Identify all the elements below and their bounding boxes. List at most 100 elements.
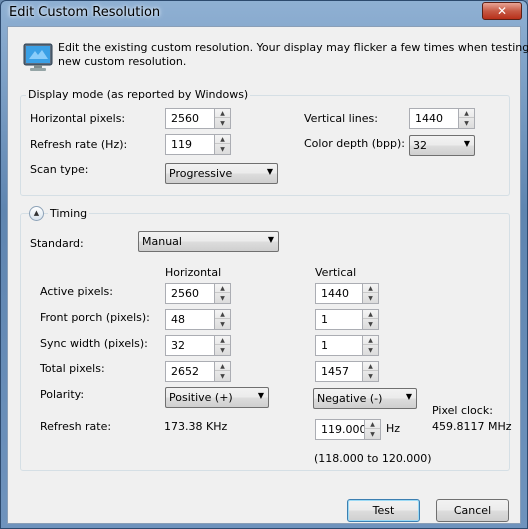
refresh-rate-field[interactable]: 119 ▲ ▼ (165, 134, 231, 155)
polarity-label: Polarity: (40, 388, 85, 401)
collapse-timing-icon[interactable]: ▲ (29, 206, 44, 221)
timing-label: Timing (48, 207, 90, 220)
chevron-down-icon: ▼ (266, 167, 273, 176)
spin-down-icon[interactable]: ▼ (215, 119, 230, 128)
spin-up-icon[interactable]: ▲ (215, 336, 230, 345)
spin-up-icon[interactable]: ▲ (215, 362, 230, 371)
total-pixels-h-value: 2652 (171, 365, 199, 378)
title-bar[interactable]: Edit Custom Resolution ✕ (1, 1, 527, 25)
refresh-rate-spinner[interactable]: ▲ ▼ (214, 134, 231, 155)
refresh-rate-label: Refresh rate (Hz): (30, 138, 128, 151)
dialog-window: Edit Custom Resolution ✕ Edit the existi… (0, 0, 528, 529)
pixel-clock-label: Pixel clock: (432, 404, 493, 417)
pixel-clock-value: 459.8117 MHz (432, 420, 512, 433)
monitor-icon (23, 43, 53, 71)
horizontal-pixels-field[interactable]: 2560 ▲ ▼ (165, 108, 231, 129)
spin-up-icon[interactable]: ▲ (363, 362, 378, 371)
spin-down-icon[interactable]: ▼ (215, 372, 230, 381)
chevron-down-icon: ▼ (463, 139, 470, 148)
vertical-refresh-value: 119.000 (321, 423, 367, 436)
sync-width-v-spinner[interactable]: ▲ ▼ (362, 335, 379, 356)
standard-select[interactable]: Manual ▼ (138, 231, 279, 252)
intro-text-line1: Edit the existing custom resolution. You… (58, 41, 528, 54)
front-porch-label: Front porch (pixels): (40, 311, 150, 324)
intro-text-line2: new custom resolution. (58, 55, 187, 68)
spin-up-icon[interactable]: ▲ (459, 109, 474, 118)
spin-down-icon[interactable]: ▼ (215, 346, 230, 355)
chevron-down-icon: ▼ (257, 391, 264, 400)
spin-down-icon[interactable]: ▼ (363, 346, 378, 355)
front-porch-h-spinner[interactable]: ▲ ▼ (214, 309, 231, 330)
display-mode-group-label: Display mode (as reported by Windows) (26, 88, 251, 101)
front-porch-v-field[interactable]: 1 ▲ ▼ (315, 309, 379, 330)
vertical-lines-spinner[interactable]: ▲ ▼ (458, 108, 475, 129)
chevron-down-icon: ▼ (267, 235, 274, 244)
spin-down-icon[interactable]: ▼ (459, 119, 474, 128)
window-title: Edit Custom Resolution (9, 5, 161, 20)
horizontal-polarity-select[interactable]: Positive (+) ▼ (165, 387, 269, 408)
spin-down-icon[interactable]: ▼ (215, 145, 230, 154)
color-depth-select[interactable]: 32 ▼ (409, 135, 475, 156)
total-pixels-h-spinner[interactable]: ▲ ▼ (214, 361, 231, 382)
sync-width-h-spinner[interactable]: ▲ ▼ (214, 335, 231, 356)
front-porch-h-field[interactable]: 48 ▲ ▼ (165, 309, 231, 330)
sync-width-v-value: 1 (321, 339, 328, 352)
spin-down-icon[interactable]: ▼ (215, 294, 230, 303)
spin-down-icon[interactable]: ▼ (363, 320, 378, 329)
spin-down-icon[interactable]: ▼ (215, 320, 230, 329)
scan-type-select[interactable]: Progressive ▼ (165, 163, 278, 184)
total-pixels-label: Total pixels: (40, 362, 105, 375)
close-button[interactable]: ✕ (482, 2, 522, 20)
sync-width-h-field[interactable]: 32 ▲ ▼ (165, 335, 231, 356)
horizontal-column-header: Horizontal (165, 266, 222, 279)
dialog-body: Edit the existing custom resolution. You… (7, 26, 528, 524)
spin-down-icon[interactable]: ▼ (363, 294, 378, 303)
active-pixels-h-spinner[interactable]: ▲ ▼ (214, 283, 231, 304)
vertical-polarity-select[interactable]: Negative (-) ▼ (313, 388, 417, 409)
spin-up-icon[interactable]: ▲ (363, 310, 378, 319)
cancel-button[interactable]: Cancel (436, 499, 509, 522)
spin-down-icon[interactable]: ▼ (365, 430, 380, 439)
scan-type-value: Progressive (169, 167, 233, 180)
vertical-refresh-field[interactable]: 119.000 ▲ ▼ (315, 419, 381, 440)
standard-value: Manual (142, 235, 182, 248)
active-pixels-v-value: 1440 (321, 287, 349, 300)
refresh-rate-value: 119 (171, 138, 192, 151)
spin-up-icon[interactable]: ▲ (215, 109, 230, 118)
spin-up-icon[interactable]: ▲ (363, 284, 378, 293)
spin-up-icon[interactable]: ▲ (215, 135, 230, 144)
spin-up-icon[interactable]: ▲ (215, 310, 230, 319)
vertical-lines-field[interactable]: 1440 ▲ ▼ (409, 108, 475, 129)
active-pixels-h-value: 2560 (171, 287, 199, 300)
refresh-range-text: (118.000 to 120.000) (314, 452, 432, 465)
refresh-unit-label: Hz (386, 422, 401, 435)
front-porch-v-value: 1 (321, 313, 328, 326)
total-pixels-v-spinner[interactable]: ▲ ▼ (362, 361, 379, 382)
test-button[interactable]: Test (347, 499, 420, 522)
timing-refresh-rate-label: Refresh rate: (40, 420, 112, 433)
spin-down-icon[interactable]: ▼ (363, 372, 378, 381)
horizontal-refresh-value: 173.38 KHz (164, 420, 228, 433)
spin-up-icon[interactable]: ▲ (365, 420, 380, 429)
chevron-down-icon: ▼ (405, 392, 412, 401)
spin-up-icon[interactable]: ▲ (363, 336, 378, 345)
vertical-lines-label: Vertical lines: (304, 112, 378, 125)
horizontal-pixels-value: 2560 (171, 112, 199, 125)
front-porch-h-value: 48 (171, 313, 185, 326)
active-pixels-h-field[interactable]: 2560 ▲ ▼ (165, 283, 231, 304)
active-pixels-v-field[interactable]: 1440 ▲ ▼ (315, 283, 379, 304)
active-pixels-v-spinner[interactable]: ▲ ▼ (362, 283, 379, 304)
vertical-refresh-spinner[interactable]: ▲ ▼ (364, 419, 381, 440)
vertical-polarity-value: Negative (-) (317, 392, 383, 405)
spin-up-icon[interactable]: ▲ (215, 284, 230, 293)
front-porch-v-spinner[interactable]: ▲ ▼ (362, 309, 379, 330)
scan-type-label: Scan type: (30, 163, 89, 176)
standard-label: Standard: (30, 237, 84, 250)
total-pixels-v-field[interactable]: 1457 ▲ ▼ (315, 361, 379, 382)
sync-width-h-value: 32 (171, 339, 185, 352)
horizontal-pixels-spinner[interactable]: ▲ ▼ (214, 108, 231, 129)
horizontal-pixels-label: Horizontal pixels: (30, 112, 126, 125)
sync-width-v-field[interactable]: 1 ▲ ▼ (315, 335, 379, 356)
total-pixels-v-value: 1457 (321, 365, 349, 378)
total-pixels-h-field[interactable]: 2652 ▲ ▼ (165, 361, 231, 382)
